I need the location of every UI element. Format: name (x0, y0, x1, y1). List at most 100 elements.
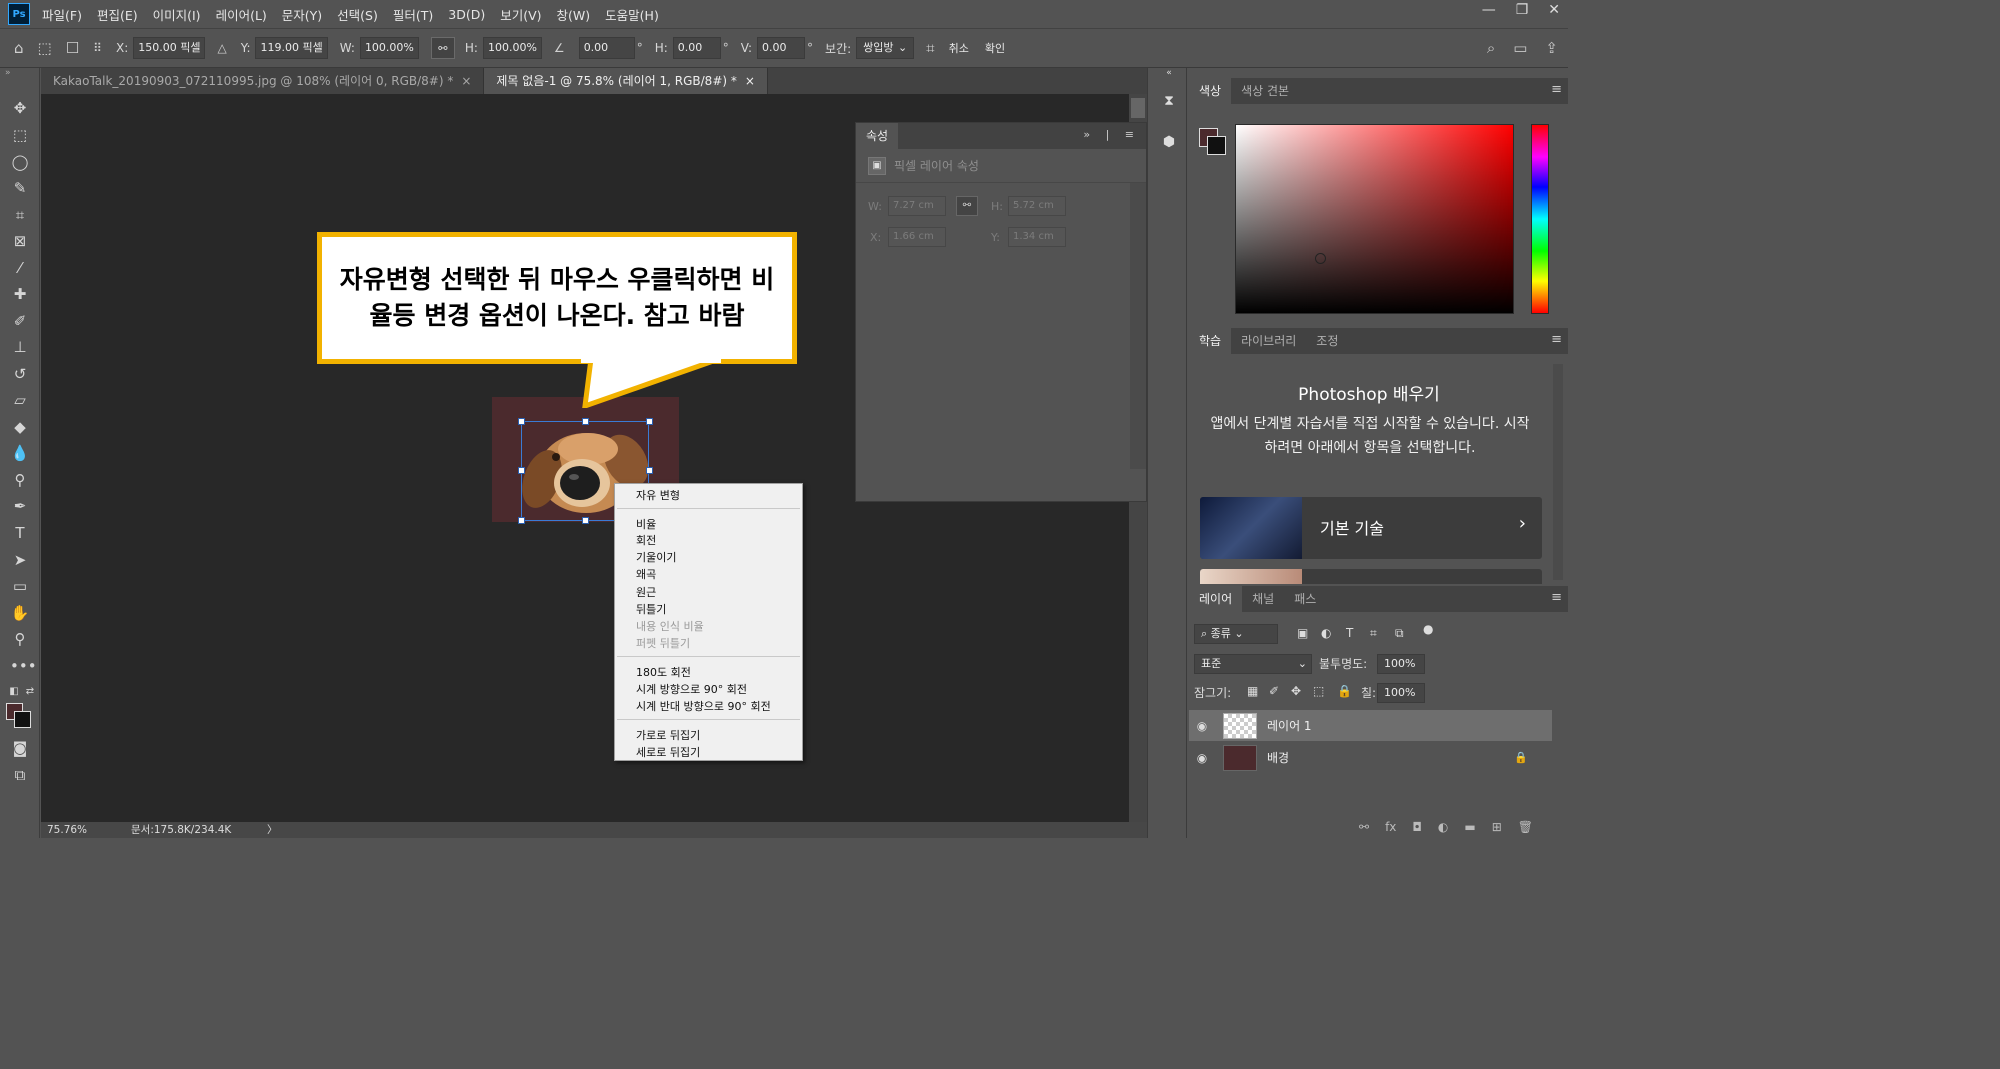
path-select-tool-icon[interactable]: ➤ (10, 550, 30, 570)
zoom-level[interactable]: 75.76% (47, 822, 87, 838)
horizontal-skew-input[interactable]: 0.00 (672, 37, 721, 59)
hue-slider[interactable] (1531, 124, 1549, 314)
color-picker-field[interactable] (1235, 124, 1514, 314)
panel-menu-icon[interactable]: ≡ (1551, 332, 1562, 347)
restore-button[interactable]: ❐ (1516, 2, 1529, 18)
type-filter-icon[interactable]: T (1346, 626, 1353, 640)
new-group-icon[interactable]: ▬ (1464, 820, 1475, 834)
lock-artboard-icon[interactable]: ⬚ (1313, 684, 1324, 698)
tab-paths[interactable]: 패스 (1284, 586, 1326, 612)
rectangle-tool-icon[interactable]: ▭ (10, 576, 30, 596)
swap-colors-icon[interactable]: ⇄ (20, 682, 40, 702)
3d-panel-icon[interactable]: ⬢ (1160, 134, 1178, 152)
transform-handle[interactable] (518, 467, 525, 474)
menu-item-distort[interactable]: 왜곡 (636, 566, 656, 582)
layer-row[interactable]: ◉ 레이어 1 (1189, 710, 1552, 741)
commit-transform-button[interactable]: 확인 (985, 40, 1005, 56)
transform-handle[interactable] (518, 517, 525, 524)
cancel-transform-button[interactable]: 취소 (949, 40, 969, 56)
menu-item-flip-vertical[interactable]: 세로로 뒤집기 (636, 744, 700, 760)
menu-layer[interactable]: 레이어(L) (216, 5, 267, 24)
menu-edit[interactable]: 편집(E) (97, 5, 138, 24)
tab-properties[interactable]: 속성 (856, 123, 899, 149)
collapse-icon[interactable]: » (5, 68, 11, 78)
relative-position-icon[interactable]: △ (217, 41, 226, 55)
learn-card-basic-skills[interactable]: 기본 기술 › (1200, 497, 1542, 559)
x-position-input[interactable]: 150.00 픽셀 (133, 37, 206, 59)
collapse-icon[interactable]: « (1160, 68, 1178, 86)
clone-stamp-tool-icon[interactable]: ⊥ (10, 337, 30, 357)
menu-view[interactable]: 보기(V) (500, 5, 541, 24)
eraser-tool-icon[interactable]: ▱ (10, 390, 30, 410)
zoom-tool-icon[interactable]: ⚲ (10, 629, 30, 649)
learn-scrollbar[interactable] (1553, 364, 1563, 580)
lock-image-icon[interactable]: ✐ (1269, 684, 1279, 698)
prop-x-input[interactable]: 1.66 cm (888, 227, 946, 247)
lock-all-icon[interactable]: 🔒 (1337, 684, 1352, 698)
healing-brush-tool-icon[interactable]: ✚ (10, 284, 30, 304)
prop-y-input[interactable]: 1.34 cm (1008, 227, 1066, 247)
history-panel-icon[interactable]: ⧗ (1160, 93, 1178, 111)
menu-item-scale[interactable]: 비율 (636, 516, 656, 532)
menu-type[interactable]: 문자(Y) (282, 5, 322, 24)
learn-card[interactable] (1200, 569, 1542, 584)
menu-item-skew[interactable]: 기울이기 (636, 549, 676, 565)
close-window-button[interactable]: ✕ (1548, 2, 1560, 18)
transform-preset-icon[interactable]: ⬚ (38, 39, 52, 57)
menu-filter[interactable]: 필터(T) (393, 5, 433, 24)
link-icon[interactable]: ⚯ (430, 37, 455, 59)
history-brush-tool-icon[interactable]: ↺ (10, 364, 30, 384)
transform-handle[interactable] (646, 418, 653, 425)
tab-learn[interactable]: 학습 (1189, 328, 1232, 354)
more-tools-icon[interactable]: ••• (10, 656, 37, 676)
width-input[interactable]: 100.00% (359, 37, 419, 59)
color-picker-cursor[interactable] (1315, 253, 1326, 264)
menu-item-rotate-ccw[interactable]: 시계 반대 방향으로 90° 회전 (636, 698, 771, 714)
menu-item-perspective[interactable]: 원근 (636, 584, 656, 600)
background-color-swatch[interactable] (1207, 136, 1226, 155)
smart-object-filter-icon[interactable]: ⧉ (1395, 626, 1404, 641)
reference-point-grid-icon[interactable]: ⠿ (93, 41, 102, 55)
filter-toggle-icon[interactable]: ● (1423, 622, 1433, 636)
eye-icon[interactable]: ◉ (1189, 751, 1215, 765)
menu-item-rotate-cw[interactable]: 시계 방향으로 90° 회전 (636, 681, 747, 697)
panel-collapse-icon[interactable]: » | ≡ (1083, 128, 1140, 141)
transform-handle[interactable] (646, 467, 653, 474)
dodge-tool-icon[interactable]: ⚲ (10, 470, 30, 490)
prop-height-input[interactable]: 5.72 cm (1008, 196, 1066, 216)
scrollbar-thumb[interactable] (1131, 98, 1145, 118)
move-tool-icon[interactable]: ✥ (10, 98, 30, 118)
menu-item-rotate[interactable]: 회전 (636, 532, 656, 548)
menu-image[interactable]: 이미지(I) (153, 5, 201, 24)
fill-input[interactable]: 100% (1377, 683, 1425, 703)
delete-layer-icon[interactable]: 🗑 (1518, 820, 1533, 834)
marquee-tool-icon[interactable]: ⬚ (10, 125, 30, 145)
type-tool-icon[interactable]: T (10, 523, 30, 543)
adjustment-filter-icon[interactable]: ◐ (1321, 626, 1331, 640)
interpolation-select[interactable]: 쌍입방 ⌄ (856, 37, 915, 59)
link-icon[interactable]: ⚯ (956, 196, 978, 216)
status-menu-arrow-icon[interactable]: 〉 (267, 822, 278, 838)
reference-point-checkbox[interactable]: ☐ (66, 39, 79, 57)
prop-width-input[interactable]: 7.27 cm (888, 196, 946, 216)
minimize-button[interactable]: — (1482, 2, 1496, 18)
pixel-filter-icon[interactable]: ▣ (1297, 626, 1308, 640)
paint-bucket-tool-icon[interactable]: ◆ (10, 417, 30, 437)
menu-item-free-transform[interactable]: 자유 변형 (636, 487, 680, 503)
y-position-input[interactable]: 119.00 픽셀 (255, 37, 328, 59)
opacity-input[interactable]: 100% (1377, 654, 1425, 674)
frame-tool-icon[interactable]: ⊠ (10, 231, 30, 251)
tab-swatches[interactable]: 색상 견본 (1231, 78, 1299, 104)
blend-mode-select[interactable]: 표준 ⌄ (1194, 654, 1312, 674)
lock-transparent-icon[interactable]: ▦ (1247, 684, 1258, 698)
layer-filter-select[interactable]: ⌕ 종류 ⌄ (1194, 624, 1278, 644)
pen-tool-icon[interactable]: ✒ (10, 496, 30, 516)
screen-mode-icon[interactable]: ⧉ (10, 765, 30, 785)
close-tab-icon[interactable]: × (745, 68, 755, 94)
link-layers-icon[interactable]: ⚯ (1359, 820, 1369, 834)
tab-untitled-document[interactable]: 제목 없음-1 @ 75.8% (레이어 1, RGB/8#) * × (484, 68, 768, 94)
blur-tool-icon[interactable]: 💧 (10, 443, 30, 463)
menu-item-warp[interactable]: 뒤틀기 (636, 601, 666, 617)
share-icon[interactable]: ⇪ (1545, 39, 1558, 57)
adjustment-layer-icon[interactable]: ◐ (1438, 820, 1448, 834)
